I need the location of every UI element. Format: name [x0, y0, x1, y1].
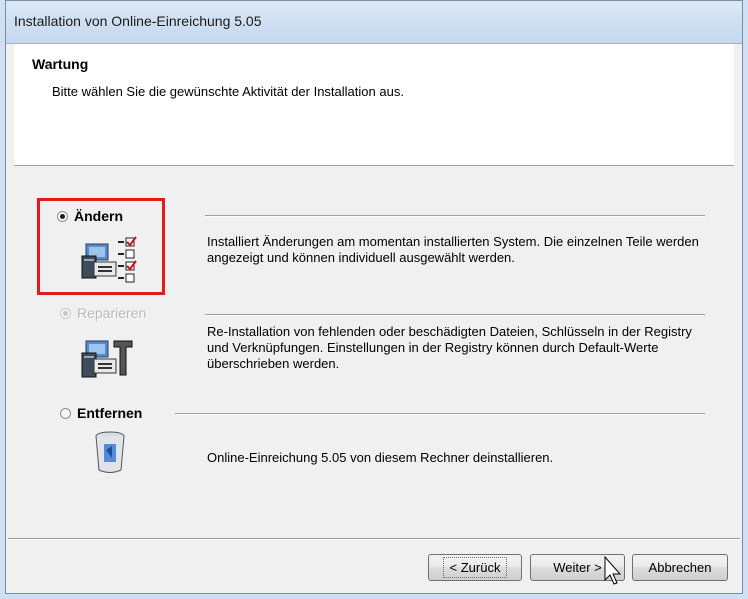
page-title: Wartung — [32, 56, 89, 72]
selection-highlight-box — [37, 198, 165, 295]
divider — [205, 215, 705, 217]
option-repair-label: Reparieren — [77, 305, 147, 321]
footer-divider — [8, 538, 740, 540]
option-remove-description: Online-Einreichung 5.05 von diesem Rechn… — [207, 450, 554, 465]
mouse-cursor-icon — [604, 555, 624, 589]
divider — [205, 314, 705, 316]
next-button-label: Weiter > — [553, 560, 602, 575]
cancel-button-label: Abbrechen — [648, 560, 712, 575]
option-remove[interactable]: Entfernen — [60, 405, 142, 421]
recycle-bin-icon — [90, 430, 130, 479]
radio-repair[interactable] — [60, 307, 71, 319]
radio-remove[interactable] — [60, 407, 71, 419]
header-panel: Wartung Bitte wählen Sie die gewünschte … — [14, 44, 734, 166]
option-remove-label: Entfernen — [77, 405, 143, 421]
back-button-label: < Zurück — [442, 557, 508, 578]
installer-window: Installation von Online-Einreichung 5.05… — [5, 0, 743, 594]
option-repair[interactable]: Reparieren — [60, 305, 146, 321]
divider — [175, 413, 705, 415]
window-title: Installation von Online-Einreichung 5.05 — [14, 13, 262, 29]
title-bar[interactable]: Installation von Online-Einreichung 5.05 — [6, 1, 742, 44]
option-repair-description: Re-Installation von fehlenden oder besch… — [207, 324, 692, 371]
page-subtitle: Bitte wählen Sie die gewünschte Aktivitä… — [52, 84, 404, 99]
repair-icon — [80, 335, 136, 384]
back-button[interactable]: < Zurück — [428, 554, 522, 581]
option-modify-description: Installiert Änderungen am momentan insta… — [207, 234, 699, 265]
cancel-button[interactable]: Abbrechen — [632, 554, 728, 581]
